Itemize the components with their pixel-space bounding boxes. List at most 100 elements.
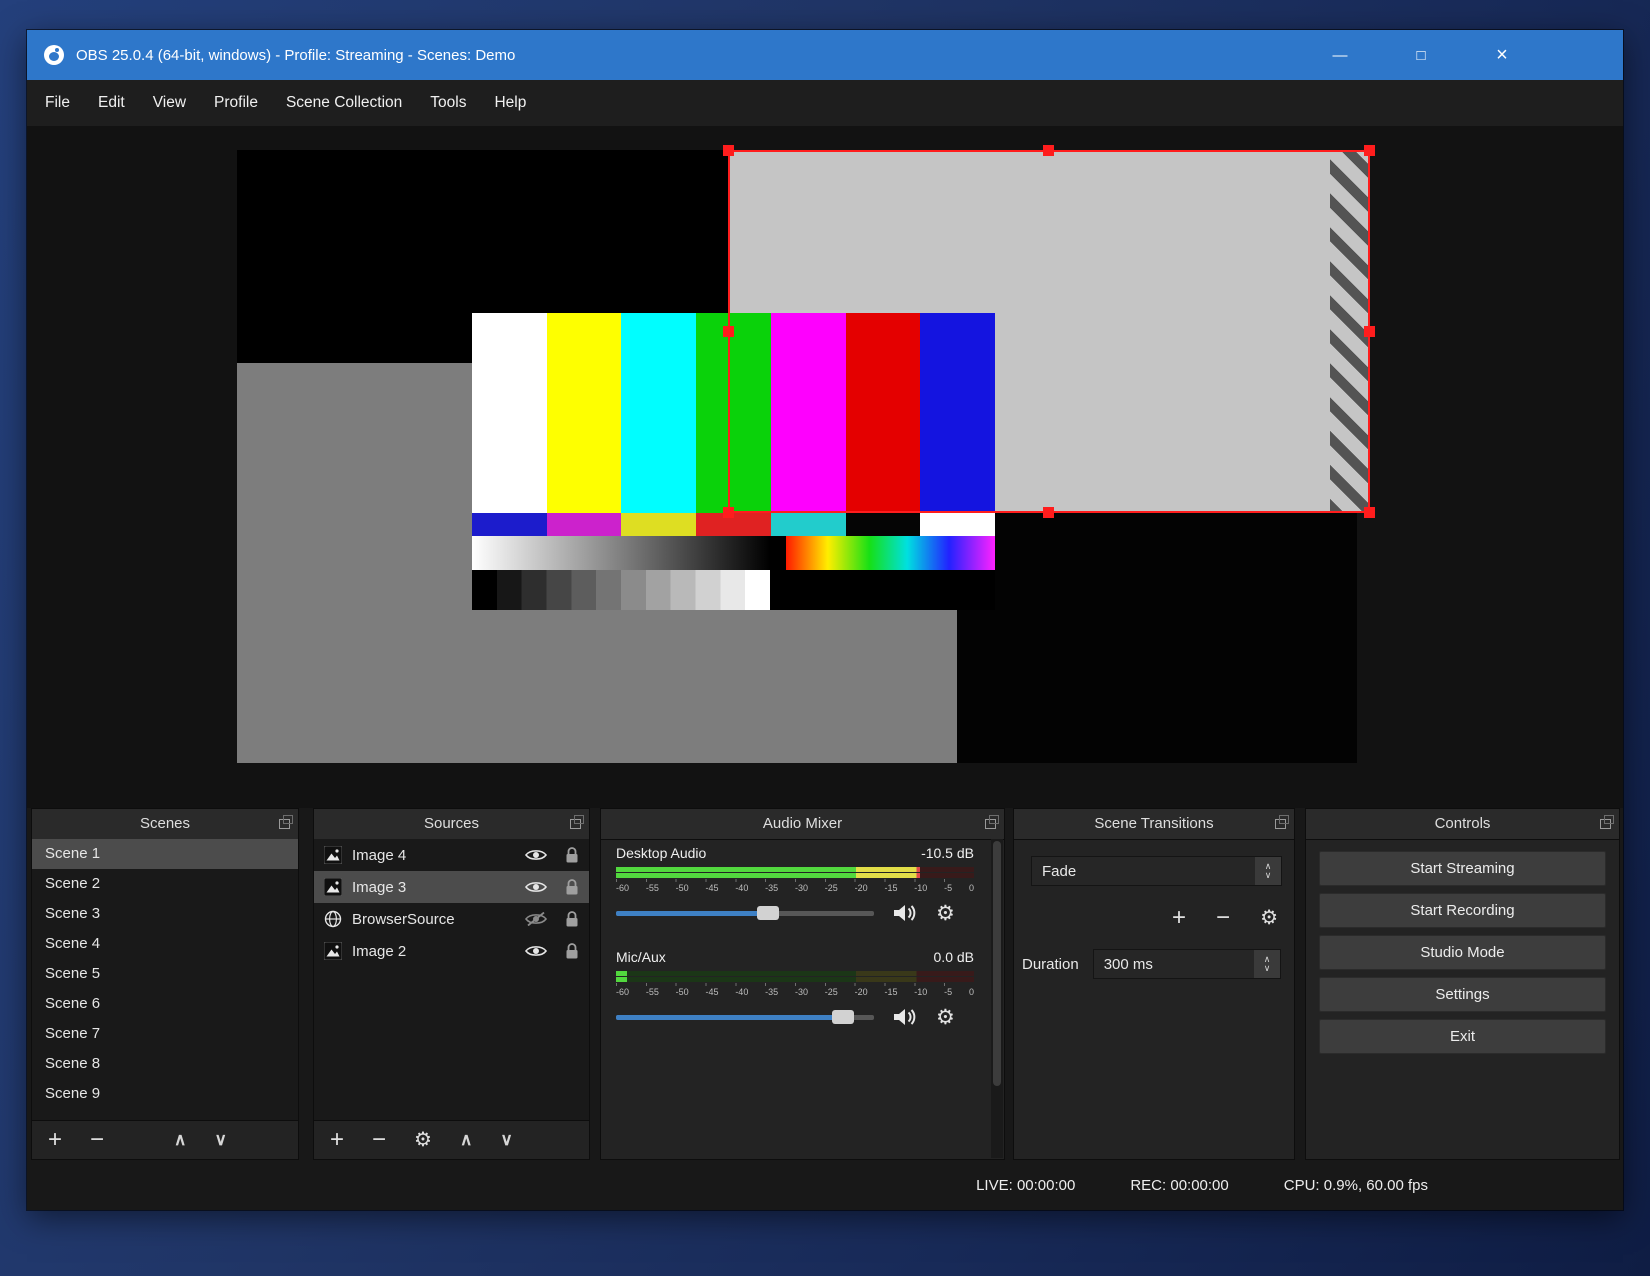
lock-icon[interactable] — [565, 910, 579, 928]
control-button-settings[interactable]: Settings — [1319, 977, 1606, 1012]
channel-gear-icon[interactable]: ⚙ — [936, 1007, 955, 1028]
lock-icon[interactable] — [565, 942, 579, 960]
scene-item-scene-3[interactable]: Scene 3 — [32, 899, 298, 929]
spinbox-arrows-icon[interactable]: ∧ ∨ — [1254, 950, 1280, 978]
remove-transition-button[interactable]: − — [1216, 906, 1230, 930]
dock-float-icon[interactable] — [985, 815, 999, 829]
scene-item-scene-9[interactable]: Scene 9 — [32, 1079, 298, 1109]
transitions-panel-header[interactable]: Scene Transitions — [1014, 809, 1294, 840]
combo-arrows-icon[interactable]: ∧ ∨ — [1255, 857, 1281, 885]
visibility-eye-icon[interactable] — [525, 944, 547, 958]
source-row-browsersource[interactable]: BrowserSource — [314, 903, 589, 935]
selection-handle-bottom-middle[interactable] — [1043, 507, 1054, 518]
source-row-image-4[interactable]: Image 4 — [314, 839, 589, 871]
scene-move-down-button[interactable]: ∨ — [214, 1131, 226, 1148]
scene-item-scene-6[interactable]: Scene 6 — [32, 989, 298, 1019]
remove-source-button[interactable]: − — [372, 1127, 386, 1152]
scene-item-scene-2[interactable]: Scene 2 — [32, 869, 298, 899]
menu-item-tools[interactable]: Tools — [416, 80, 480, 126]
lock-icon[interactable] — [565, 846, 579, 864]
scene-item-scene-4[interactable]: Scene 4 — [32, 929, 298, 959]
mixer-channel-mic-aux: Mic/Aux 0.0 dB -60 -55 -50 -45 -40 -35 -30 -25-… — [616, 949, 974, 1029]
visibility-eye-icon[interactable] — [525, 848, 547, 862]
dock-float-icon[interactable] — [570, 815, 584, 829]
control-button-exit[interactable]: Exit — [1319, 1019, 1606, 1054]
audio-mixer-header[interactable]: Audio Mixer — [601, 809, 1004, 840]
tick-40: -40 — [735, 987, 749, 997]
scene-item-scene-5[interactable]: Scene 5 — [32, 959, 298, 989]
controls-panel-header[interactable]: Controls — [1306, 809, 1619, 840]
source-row-image-3[interactable]: Image 3 — [314, 871, 589, 903]
menu-item-file[interactable]: File — [31, 80, 84, 126]
selection-handle-middle-left[interactable] — [723, 325, 734, 337]
tick-5: -5 — [944, 883, 953, 893]
control-button-start-streaming[interactable]: Start Streaming — [1319, 851, 1606, 886]
scene-move-up-button[interactable]: ∧ — [174, 1131, 186, 1148]
mixer-scrollbar[interactable] — [991, 839, 1003, 1158]
transition-properties-gear-icon[interactable]: ⚙ — [1260, 908, 1278, 928]
dock-float-icon[interactable] — [279, 815, 293, 829]
menu-item-scene-collection[interactable]: Scene Collection — [272, 80, 416, 126]
tick-25: -25 — [824, 883, 838, 893]
sources-panel-header[interactable]: Sources — [314, 809, 589, 840]
titlebar[interactable]: OBS 25.0.4 (64-bit, windows) - Profile: … — [27, 30, 1623, 80]
scenes-list[interactable]: Scene 1 Scene 2 Scene 3 Scene 4 Scene 5 Scene… — [32, 839, 298, 1121]
duration-label: Duration — [1022, 955, 1079, 973]
add-scene-button[interactable]: + — [48, 1127, 62, 1152]
selection-handle-top-left[interactable] — [723, 145, 734, 156]
menu-item-help[interactable]: Help — [480, 80, 540, 126]
scene-canvas[interactable] — [237, 145, 1375, 763]
minimize-button[interactable]: — — [1307, 30, 1373, 80]
control-button-studio-mode[interactable]: Studio Mode — [1319, 935, 1606, 970]
scene-item-scene-1[interactable]: Scene 1 — [32, 839, 298, 869]
selection-handle-top-right[interactable] — [1364, 145, 1375, 156]
add-transition-button[interactable]: + — [1172, 906, 1186, 930]
menu-bar: File Edit View Profile Scene Collection Tools… — [27, 80, 1623, 126]
scenes-toolbar: + − ∧ ∨ — [32, 1120, 298, 1159]
selection-outline[interactable] — [723, 145, 1375, 518]
selection-handle-middle-right[interactable] — [1364, 325, 1375, 337]
selection-handle-bottom-left[interactable] — [723, 507, 734, 518]
speaker-icon[interactable] — [892, 902, 918, 924]
tick-35: -35 — [765, 987, 779, 997]
selection-handle-bottom-right[interactable] — [1364, 507, 1375, 518]
channel-db-value: -10.5 dB — [921, 845, 974, 861]
add-source-button[interactable]: + — [330, 1127, 344, 1152]
maximize-button[interactable]: □ — [1388, 30, 1454, 80]
visibility-eye-icon[interactable] — [525, 880, 547, 894]
menu-item-profile[interactable]: Profile — [200, 80, 272, 126]
grayscale-steps — [472, 570, 770, 610]
transition-select[interactable]: Fade ∧ ∨ — [1031, 856, 1282, 886]
scene-item-scene-8[interactable]: Scene 8 — [32, 1049, 298, 1079]
volume-slider[interactable] — [616, 1005, 874, 1029]
scenes-panel-title: Scenes — [139, 815, 191, 832]
dock-float-icon[interactable] — [1275, 815, 1289, 829]
slider-handle[interactable] — [757, 906, 780, 920]
close-button[interactable]: × — [1469, 30, 1535, 80]
source-move-down-button[interactable]: ∨ — [500, 1131, 512, 1148]
preview-area[interactable] — [27, 126, 1623, 808]
channel-gear-icon[interactable]: ⚙ — [936, 903, 955, 924]
visibility-eye-slash-icon[interactable] — [525, 912, 547, 926]
slider-handle[interactable] — [832, 1010, 855, 1024]
scrollbar-thumb[interactable] — [993, 841, 1001, 1086]
scenes-panel-header[interactable]: Scenes — [32, 809, 298, 840]
menu-item-edit[interactable]: Edit — [84, 80, 139, 126]
menu-item-view[interactable]: View — [139, 80, 200, 126]
source-properties-gear-icon[interactable]: ⚙ — [414, 1130, 432, 1150]
remove-scene-button[interactable]: − — [90, 1127, 104, 1152]
source-row-image-2[interactable]: Image 2 — [314, 935, 589, 967]
transitions-toolbar: + − ⚙ — [1014, 901, 1278, 935]
dock-float-icon[interactable] — [1600, 815, 1614, 829]
selection-handle-top-middle[interactable] — [1043, 145, 1054, 156]
duration-spinbox[interactable]: 300 ms ∧ ∨ — [1092, 949, 1281, 979]
scene-item-scene-7[interactable]: Scene 7 — [32, 1019, 298, 1049]
sources-list[interactable]: Image 4 Image 3 BrowserSource Image 2 — [314, 839, 589, 1121]
source-move-up-button[interactable]: ∧ — [460, 1131, 472, 1148]
volume-slider[interactable] — [616, 901, 874, 925]
lock-icon[interactable] — [565, 878, 579, 896]
source-image2-black-region-2 — [957, 513, 1357, 763]
speaker-icon[interactable] — [892, 1006, 918, 1028]
control-button-start-recording[interactable]: Start Recording — [1319, 893, 1606, 928]
tick-35: -35 — [765, 883, 779, 893]
